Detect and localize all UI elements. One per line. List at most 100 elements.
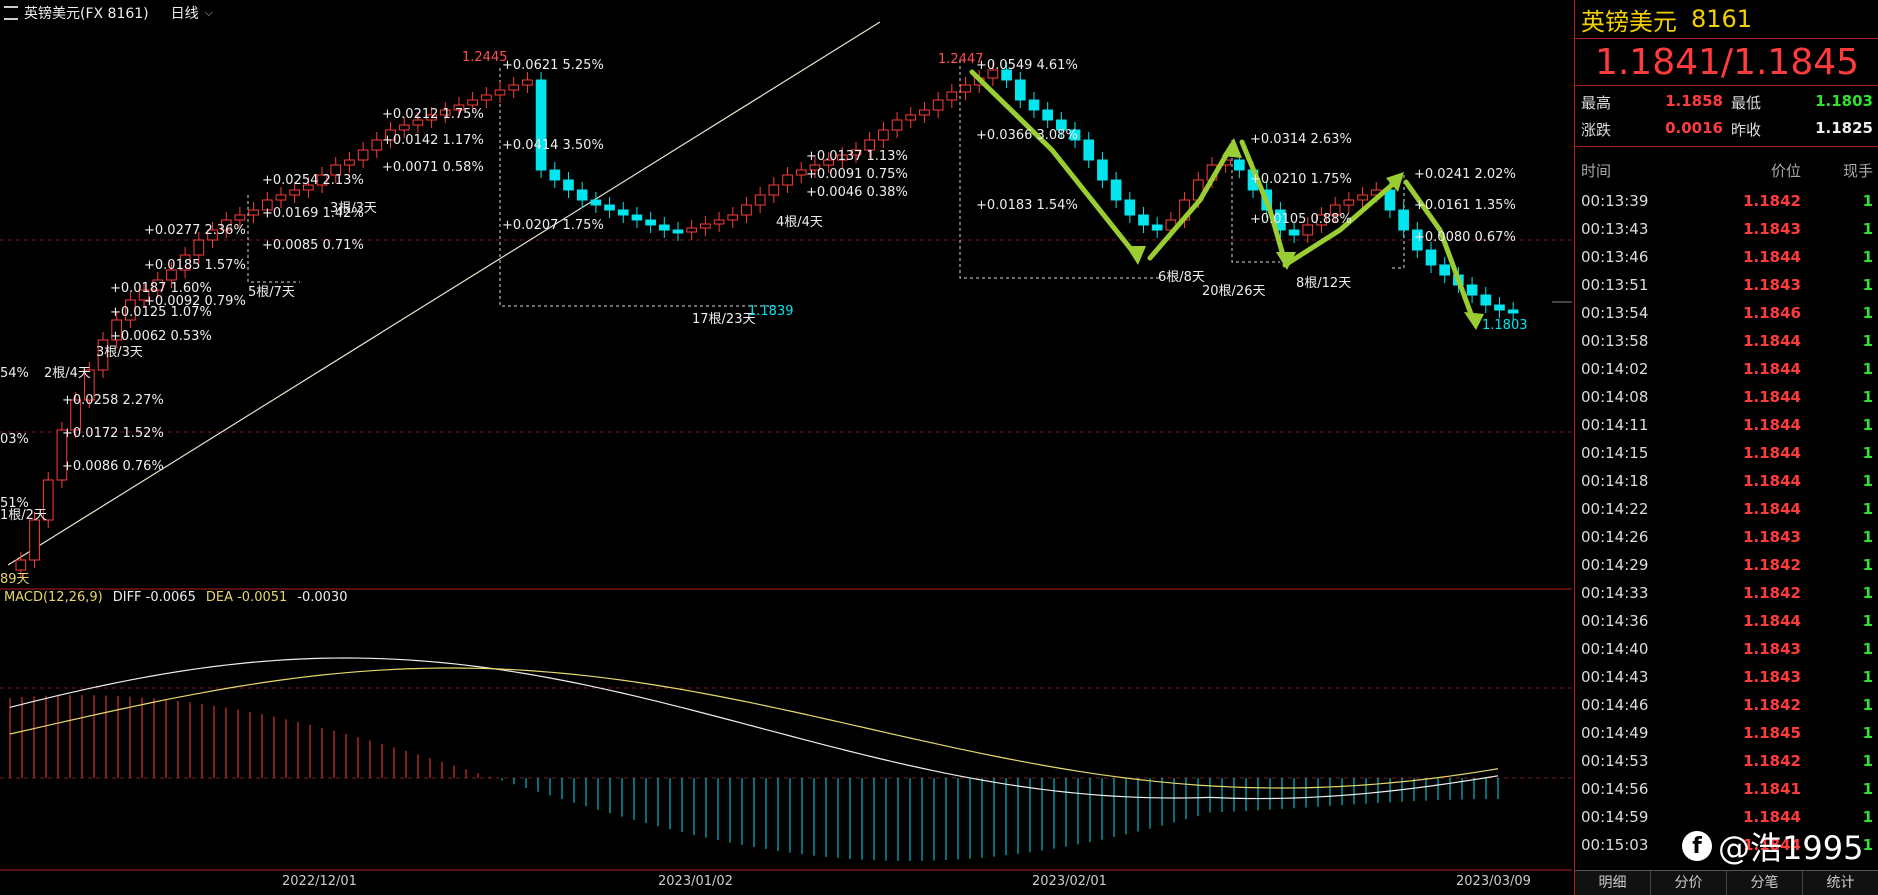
tick-time: 00:14:18: [1581, 472, 1649, 490]
watermark: f @浩1995: [1682, 823, 1863, 869]
tick-volume: 1: [1862, 500, 1873, 518]
tick-row: 00:13:43 1.1843 1: [1575, 215, 1878, 243]
tick-time: 00:14:22: [1581, 500, 1649, 518]
tick-volume: 1: [1862, 248, 1873, 266]
tick-price: 1.1844: [1743, 360, 1801, 378]
tick-volume: 1: [1862, 360, 1873, 378]
tick-table-header: 时间 价位 现手: [1575, 153, 1878, 187]
tick-time: 00:14:33: [1581, 584, 1649, 602]
tick-list[interactable]: 00:13:39 1.1842 1 00:13:43 1.1843 1 00:13:46 1.…: [1575, 187, 1878, 859]
measure-label: +0.0314 2.63%: [1250, 132, 1352, 147]
measure-label: +0.0085 0.71%: [262, 238, 364, 253]
tick-row: 00:14:29 1.1842 1: [1575, 551, 1878, 579]
tab-detail[interactable]: 明细: [1575, 871, 1651, 895]
watermark-text: @浩1995: [1718, 829, 1864, 867]
edge-label: 51%: [0, 496, 29, 511]
ask-price: 1.1845: [1733, 41, 1860, 83]
tab-stats[interactable]: 统计: [1803, 871, 1878, 895]
tick-time: 00:13:51: [1581, 276, 1649, 294]
tab-price-dist[interactable]: 分价: [1651, 871, 1727, 895]
tick-row: 00:14:36 1.1844 1: [1575, 607, 1878, 635]
measure-label: +0.0277 2.36%: [144, 223, 246, 238]
tick-time: 00:13:43: [1581, 220, 1649, 238]
tick-volume: 1: [1862, 640, 1873, 658]
tick-price: 1.1845: [1743, 724, 1801, 742]
measure-label: +0.0254 2.13%: [262, 173, 364, 188]
measure-label: +0.0241 2.02%: [1414, 167, 1516, 182]
measure-label: +0.0185 1.57%: [144, 258, 246, 273]
macd-diff-line: [9, 657, 1499, 800]
macd-diff: DIFF -0.0065: [112, 590, 196, 605]
bar-count-label: 6根/8天: [1158, 270, 1205, 285]
edge-label: 54%: [0, 366, 29, 381]
tick-price: 1.1843: [1743, 668, 1801, 686]
bid-price: 1.1841: [1594, 41, 1721, 83]
tick-row: 00:14:40 1.1843 1: [1575, 635, 1878, 663]
measure-label: +0.0091 0.75%: [806, 167, 908, 182]
measure-label: +0.0105 0.88%: [1250, 212, 1352, 227]
bar-count-label: 2根/4天: [44, 366, 91, 381]
col-time: 时间: [1581, 161, 1612, 180]
measure-label: +0.0210 1.75%: [1250, 172, 1352, 187]
tick-time: 00:14:36: [1581, 612, 1649, 630]
tick-volume: 1: [1862, 696, 1873, 714]
measure-label: +0.0142 1.17%: [382, 133, 484, 148]
measure-label: +0.0125 1.07%: [110, 305, 212, 320]
measure-label: +0.0086 0.76%: [62, 459, 164, 474]
tick-row: 00:13:51 1.1843 1: [1575, 271, 1878, 299]
tick-volume: 1: [1862, 332, 1873, 350]
bar-count-label: 5根/7天: [248, 285, 295, 300]
tick-time: 00:13:46: [1581, 248, 1649, 266]
tick-time: 00:14:40: [1581, 640, 1649, 658]
watermark-logo: f: [1682, 831, 1712, 861]
tick-row: 00:14:49 1.1845 1: [1575, 719, 1878, 747]
tick-row: 00:14:56 1.1841 1: [1575, 775, 1878, 803]
quote-stats: 最高 1.1858 最低 1.1803 涨跌 0.0016 昨收 1.1825: [1575, 86, 1878, 147]
x-axis-label: 2022/12/01: [282, 874, 357, 889]
tick-volume: 1: [1862, 752, 1873, 770]
bar-count-label: 89天: [0, 572, 30, 587]
measure-label: +0.0366 3.08%: [976, 128, 1078, 143]
tick-price: 1.1843: [1743, 640, 1801, 658]
tick-price: 1.1842: [1743, 752, 1801, 770]
bar-count-label: 3根/3天: [330, 201, 377, 216]
macd-label[interactable]: MACD(12,26,9): [4, 590, 103, 605]
tick-volume: 1: [1862, 192, 1873, 210]
measure-label: +0.0137 1.13%: [806, 149, 908, 164]
tick-price: 1.1841: [1743, 780, 1801, 798]
panel-tabs: 明细 分价 分笔 统计: [1575, 870, 1878, 895]
tick-row: 00:13:39 1.1842 1: [1575, 187, 1878, 215]
chart-area[interactable]: 英镑美元(FX 8161) 日线 ⌵ 1.2445 +0.0621 5.25% …: [0, 0, 1572, 895]
tick-time: 00:13:39: [1581, 192, 1649, 210]
tick-time: 00:14:11: [1581, 416, 1649, 434]
quote-panel: 英镑美元 8161 1.1841/1.1845 最高 1.1858 最低 1.1…: [1574, 0, 1878, 895]
high-label: 1.2445: [462, 50, 508, 65]
measure-label: +0.0183 1.54%: [976, 198, 1078, 213]
low-label: 最低: [1731, 94, 1762, 112]
measure-label: +0.0172 1.52%: [62, 426, 164, 441]
tick-volume: 1: [1862, 528, 1873, 546]
tick-price: 1.1842: [1743, 696, 1801, 714]
tab-trades[interactable]: 分笔: [1727, 871, 1803, 895]
tick-volume: 1: [1862, 724, 1873, 742]
measure-label: +0.0621 5.25%: [502, 58, 604, 73]
high-label: 最高: [1581, 94, 1612, 112]
low-label: 1.1839: [748, 304, 794, 319]
tick-price: 1.1843: [1743, 528, 1801, 546]
tick-volume: 1: [1862, 220, 1873, 238]
bar-count-label: 3根/3天: [96, 345, 143, 360]
x-axis-label: 2023/02/01: [1032, 874, 1107, 889]
tick-volume: 1: [1862, 612, 1873, 630]
tick-price: 1.1842: [1743, 192, 1801, 210]
macd-dea-line: [9, 667, 1499, 789]
tick-price: 1.1844: [1743, 612, 1801, 630]
tick-price: 1.1842: [1743, 556, 1801, 574]
tick-price: 1.1844: [1743, 388, 1801, 406]
tick-time: 00:14:53: [1581, 752, 1649, 770]
measure-label: +0.0258 2.27%: [62, 393, 164, 408]
tick-row: 00:13:58 1.1844 1: [1575, 327, 1878, 355]
tick-row: 00:14:11 1.1844 1: [1575, 411, 1878, 439]
tick-row: 00:13:46 1.1844 1: [1575, 243, 1878, 271]
tick-volume: 1: [1862, 416, 1873, 434]
low-value: 1.1803: [1815, 92, 1873, 110]
